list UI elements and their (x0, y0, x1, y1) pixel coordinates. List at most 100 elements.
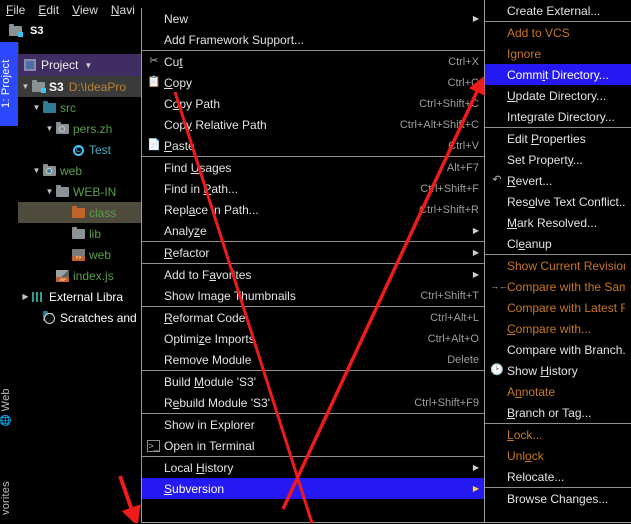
menu-label: Compare with Branch.. (507, 342, 625, 357)
menu-item-show-in-explorer[interactable]: Show in Explorer (142, 414, 485, 435)
menu-shortcut: Ctrl+Shift+C (419, 97, 479, 110)
submenu-item-branch-or-tag[interactable]: Branch or Tag... (485, 402, 631, 423)
menu-item-analyze[interactable]: Analyze ▶ (142, 220, 485, 241)
menu-item-open-in-terminal[interactable]: >_ Open in Terminal (142, 435, 485, 456)
tree-label-src: src (60, 100, 76, 115)
menu-mnemonic: y (186, 117, 193, 132)
menu-item-optimize-imports[interactable]: Optimize Imports Ctrl+Alt+O (142, 328, 485, 349)
menu-item-show-image-thumbnails[interactable]: Show Image Thumbnails Ctrl+Shift+T (142, 285, 485, 306)
tree-row-s3[interactable]: ▼ S3 D:\IdeaPro (18, 76, 141, 97)
menu-item-build-module[interactable]: Build Module 'S3' (142, 371, 485, 392)
chevron-right-icon: ▶ (472, 248, 479, 257)
submenu-item-unlock[interactable]: Unlock (485, 445, 631, 466)
project-tree[interactable]: ▼ S3 D:\IdeaPro ▼ src ▼ pers.zh C Test ▼… (18, 76, 141, 523)
menu-item-find-in-path[interactable]: Find in Path... Ctrl+Shift+F (142, 178, 485, 199)
tree-row-lib[interactable]: lib (18, 223, 141, 244)
tree-label-classes: class (89, 205, 117, 220)
tree-row-test-class[interactable]: C Test (18, 139, 141, 160)
menu-item-paste[interactable]: 📄 Paste Ctrl+V (142, 135, 485, 156)
submenu-item-show-current-revision[interactable]: Show Current Revision (485, 255, 631, 276)
menu-item-copy-path[interactable]: Copy Path Ctrl+Shift+C (142, 93, 485, 114)
submenu-item-ignore[interactable]: Ignore (485, 43, 631, 64)
submenu-item-show-history[interactable]: 🕑 Show History (485, 360, 631, 381)
sidebar-tab-favorites[interactable]: vorites (0, 472, 18, 524)
menu-item-remove-module[interactable]: Remove Module Delete (142, 349, 485, 370)
menu-item-cut[interactable]: ✂ Cut Ctrl+X (142, 51, 485, 72)
menu-item-refactor[interactable]: Refactor ▶ (142, 242, 485, 263)
submenu-item-compare-with-branch[interactable]: Compare with Branch.. (485, 339, 631, 360)
submenu-item-create-external[interactable]: Create External... (485, 0, 631, 21)
twisty-icon[interactable]: ▼ (44, 187, 55, 196)
paste-icon: 📄 (147, 139, 161, 151)
submenu-item-integrate-directory[interactable]: Integrate Directory... (485, 106, 631, 127)
chevron-down-icon[interactable]: ▼ (84, 61, 92, 70)
submenu-item-update-directory[interactable]: Update Directory... (485, 85, 631, 106)
submenu-item-edit-properties[interactable]: Edit Properties (485, 128, 631, 149)
submenu-item-browse-changes[interactable]: Browse Changes... (485, 488, 631, 509)
menu-shortcut: Ctrl+C (447, 76, 479, 89)
menu-mnemonic: n (515, 384, 522, 399)
menu-mnemonic: R (164, 310, 173, 325)
subversion-submenu[interactable]: Create External... Add to VCS Ignore Com… (484, 0, 631, 523)
menu-item-new[interactable]: New ▶ (142, 8, 485, 29)
tree-row-index-jsp[interactable]: JSP index.js (18, 265, 141, 286)
submenu-item-compare-with[interactable]: Compare with... (485, 318, 631, 339)
chevron-right-icon: ▶ (472, 226, 479, 235)
menubar-item-navigate[interactable]: Navi (111, 3, 135, 17)
menu-mnemonic: P (203, 181, 212, 196)
menu-item-subversion[interactable]: Subversion ▶ (142, 478, 485, 499)
xml-file-icon: <> (71, 248, 86, 262)
submenu-item-resolve-text-conflict[interactable]: Resolve Text Conflict... (485, 191, 631, 212)
menu-item-find-usages[interactable]: Find Usages Alt+F7 (142, 157, 485, 178)
menubar-item-edit[interactable]: Edit (38, 3, 59, 17)
menu-label: New (164, 11, 189, 26)
submenu-item-add-to-vcs[interactable]: Add to VCS (485, 22, 631, 43)
menubar-item-view[interactable]: View (72, 3, 98, 17)
sidebar-tab-project[interactable]: 1: Project (0, 42, 18, 126)
twisty-icon[interactable]: ▼ (31, 166, 42, 175)
menu-item-copy-relative-path[interactable]: Copy Relative Path Ctrl+Alt+Shift+C (142, 114, 485, 135)
project-panel-header[interactable]: Project ▼ (18, 54, 141, 76)
tree-row-scratches[interactable]: Scratches and (18, 307, 141, 328)
tree-row-web-inf[interactable]: ▼ WEB-IN (18, 181, 141, 202)
submenu-item-relocate[interactable]: Relocate... (485, 466, 631, 487)
menu-mnemonic: o (172, 96, 180, 111)
menu-item-replace-in-path[interactable]: Replace in Path... Ctrl+Shift+R (142, 199, 485, 220)
menubar-item-file[interactable]: File (6, 3, 25, 17)
submenu-item-compare-with-latest-repository[interactable]: Compare with Latest R (485, 297, 631, 318)
menu-mnemonic: B (507, 405, 516, 420)
tree-row-external-libraries[interactable]: ▶ External Libra (18, 286, 141, 307)
submenu-item-mark-resolved[interactable]: Mark Resolved... (485, 212, 631, 233)
submenu-item-set-property[interactable]: Set Property... (485, 149, 631, 170)
chevron-right-icon: ▶ (472, 463, 479, 472)
tree-row-classes[interactable]: class (18, 202, 141, 223)
menu-mnemonic: R (164, 245, 173, 260)
chevron-right-icon: ▶ (472, 14, 479, 23)
tree-row-web-xml[interactable]: <> web (18, 244, 141, 265)
xml-badge-label: <> (72, 255, 85, 261)
submenu-item-annotate[interactable]: Annotate (485, 381, 631, 402)
tree-row-web[interactable]: ▼ web (18, 160, 141, 181)
sidebar-tab-web[interactable]: 🌐 Web (0, 378, 18, 438)
submenu-item-lock[interactable]: Lock... (485, 424, 631, 445)
twisty-icon[interactable]: ▶ (20, 292, 31, 301)
menu-item-copy[interactable]: 📋 Copy Ctrl+C (142, 72, 485, 93)
tree-row-package[interactable]: ▼ pers.zh (18, 118, 141, 139)
breadcrumb-project-label[interactable]: S3 (30, 25, 43, 37)
twisty-icon[interactable]: ▼ (20, 82, 31, 91)
submenu-item-compare-with-the-same[interactable]: →← Compare with the Sam (485, 276, 631, 297)
tree-row-src[interactable]: ▼ src (18, 97, 141, 118)
menu-item-local-history[interactable]: Local History ▶ (142, 457, 485, 478)
twisty-icon[interactable]: ▼ (44, 124, 55, 133)
menu-item-add-to-favorites[interactable]: Add to Favorites ▶ (142, 264, 485, 285)
menu-item-reformat-code[interactable]: Reformat Code Ctrl+Alt+L (142, 307, 485, 328)
submenu-item-commit-directory[interactable]: Commit Directory... (485, 64, 631, 85)
menu-item-add-framework-support[interactable]: Add Framework Support... (142, 29, 485, 50)
twisty-icon[interactable]: ▼ (31, 103, 42, 112)
chevron-right-icon: ▶ (472, 270, 479, 279)
menu-item-rebuild-module[interactable]: Rebuild Module 'S3' Ctrl+Shift+F9 (142, 392, 485, 413)
submenu-item-cleanup[interactable]: Cleanup (485, 233, 631, 254)
menu-label: Copy (164, 75, 193, 90)
submenu-item-revert[interactable]: ↶ Revert... (485, 170, 631, 191)
context-menu[interactable]: New ▶ Add Framework Support... ✂ Cut Ctr… (141, 8, 486, 523)
